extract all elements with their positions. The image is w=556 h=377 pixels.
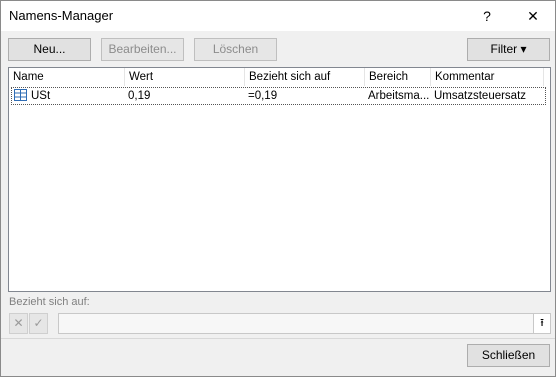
row-name: USt [31, 90, 51, 102]
new-button[interactable]: Neu... [8, 38, 91, 61]
confirm-edit-icon[interactable]: ✓ [29, 313, 48, 334]
help-button[interactable]: ? [467, 1, 507, 31]
row-value: 0,19 [128, 90, 151, 102]
dialog-title: Namens-Manager [9, 8, 114, 23]
filter-button[interactable]: Filter ▾ [467, 38, 550, 61]
name-manager-dialog: Namens-Manager ? ✕ Neu... Bearbeiten... … [0, 0, 556, 377]
refers-to-field[interactable]: ⭱ [58, 313, 551, 334]
list-header: Name Wert Bezieht sich auf Bereich Komme… [9, 68, 550, 86]
column-header-value[interactable]: Wert [125, 68, 245, 86]
row-comment: Umsatzsteuersatz [434, 90, 527, 102]
column-header-comment[interactable]: Kommentar [431, 68, 544, 86]
collapse-dialog-icon[interactable]: ⭱ [533, 314, 550, 333]
column-header-refers-to[interactable]: Bezieht sich auf [245, 68, 365, 86]
column-header-scope[interactable]: Bereich [365, 68, 431, 86]
refers-to-label: Bezieht sich auf: [9, 296, 90, 308]
column-header-name[interactable]: Name [9, 68, 125, 86]
delete-button[interactable]: Löschen [194, 38, 277, 61]
cancel-edit-icon[interactable]: ✕ [9, 313, 28, 334]
named-range-icon [14, 89, 28, 105]
row-scope: Arbeitsma... [368, 90, 430, 102]
close-window-button[interactable]: ✕ [513, 1, 553, 31]
title-bar: Namens-Manager ? ✕ [1, 1, 555, 31]
divider [1, 338, 555, 339]
names-list[interactable]: Name Wert Bezieht sich auf Bereich Komme… [8, 67, 551, 292]
edit-button[interactable]: Bearbeiten... [101, 38, 184, 61]
close-button[interactable]: Schließen [467, 344, 550, 367]
table-row[interactable]: USt 0,19 =0,19 Arbeitsma... Umsatzsteuer… [11, 87, 546, 105]
row-refers-to: =0,19 [248, 90, 278, 102]
